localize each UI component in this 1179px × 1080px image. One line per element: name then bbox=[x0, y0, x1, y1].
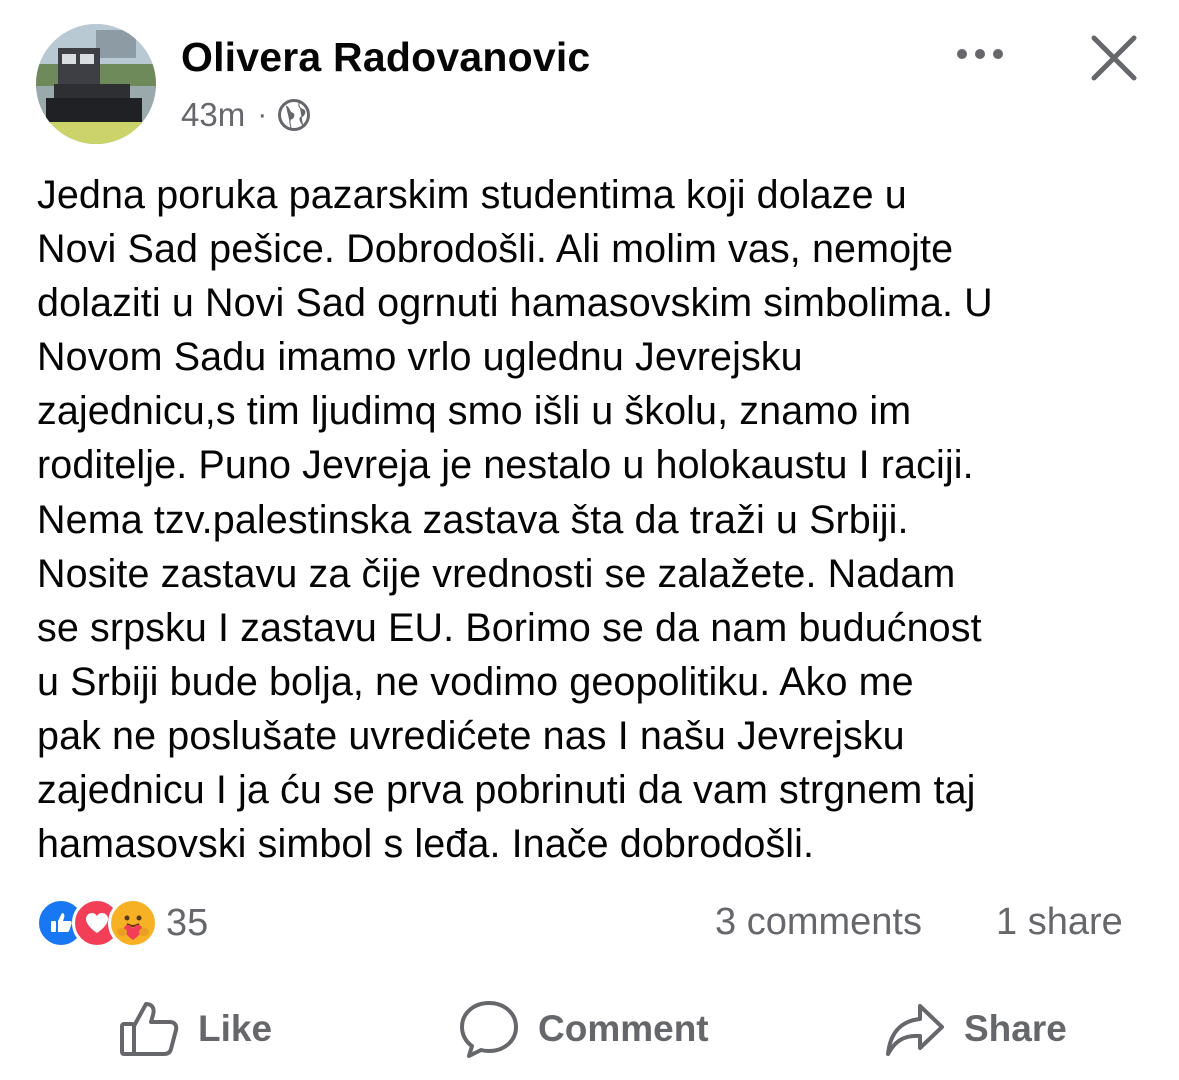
post-header: Olivera Radovanovic 43m · bbox=[0, 0, 1179, 150]
author-name[interactable]: Olivera Radovanovic bbox=[181, 34, 590, 81]
reactions-summary[interactable]: 35 bbox=[36, 898, 209, 948]
thumbs-up-icon bbox=[118, 998, 180, 1060]
reaction-count: 35 bbox=[166, 901, 209, 944]
comment-bubble-icon bbox=[458, 998, 520, 1060]
avatar[interactable] bbox=[36, 24, 156, 144]
shares-count[interactable]: 1 share bbox=[996, 901, 1123, 944]
post-time[interactable]: 43m bbox=[181, 96, 245, 134]
share-arrow-icon bbox=[884, 998, 946, 1060]
post-meta: 43m · bbox=[181, 94, 311, 136]
share-button[interactable]: Share bbox=[884, 994, 1067, 1064]
comment-button[interactable]: Comment bbox=[458, 994, 709, 1064]
share-label: Share bbox=[964, 1008, 1067, 1049]
post-text: Jedna poruka pazarskim studentima koji d… bbox=[37, 173, 993, 867]
post-actions: Like Comment Share bbox=[0, 990, 1179, 1070]
comment-label: Comment bbox=[538, 1008, 709, 1049]
meta-separator: · bbox=[257, 98, 268, 131]
comments-count[interactable]: 3 comments bbox=[715, 901, 922, 944]
close-icon[interactable] bbox=[1086, 30, 1142, 86]
more-icon[interactable] bbox=[952, 36, 1008, 72]
post-stats: 35 3 comments 1 share bbox=[0, 895, 1179, 951]
like-button[interactable]: Like bbox=[118, 994, 272, 1064]
like-label: Like bbox=[198, 1008, 273, 1049]
care-reaction-icon bbox=[108, 898, 158, 948]
globe-icon bbox=[277, 98, 311, 132]
